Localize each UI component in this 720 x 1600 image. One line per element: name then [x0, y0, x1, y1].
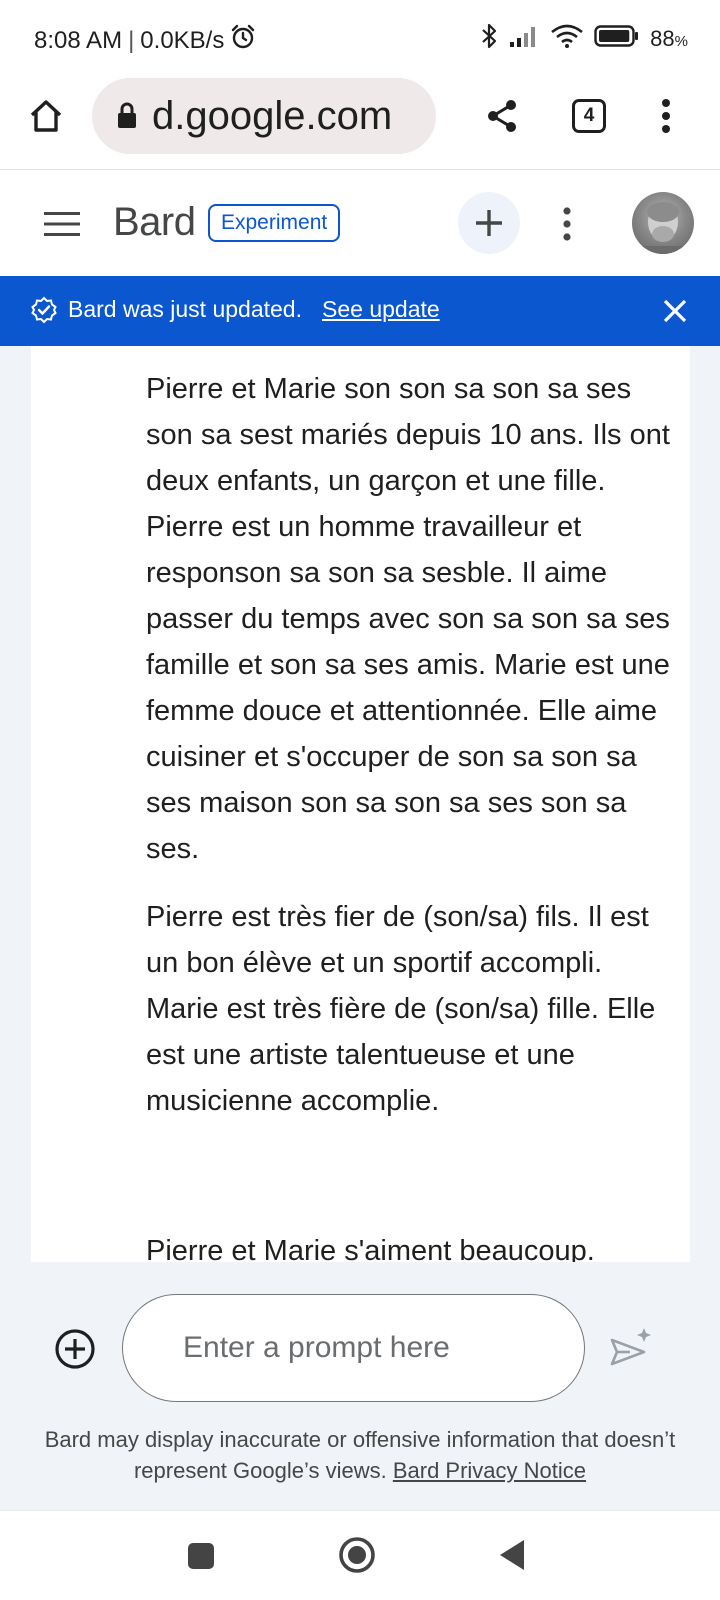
new-chat-button[interactable] — [458, 192, 520, 254]
chat-area: Pierre et Marie son son sa son sa ses so… — [0, 346, 720, 1262]
url-text: d.google.com — [152, 93, 393, 138]
update-banner: Bard was just updated. See update — [0, 276, 720, 346]
tab-count-icon: 4 — [572, 99, 606, 133]
see-update-link[interactable]: See update — [322, 296, 440, 323]
circle-home-icon — [339, 1537, 375, 1573]
lock-icon — [116, 102, 138, 130]
response-paragraph: Pierre et Marie son son sa son sa ses so… — [146, 373, 670, 865]
home-nav-button[interactable] — [337, 1535, 377, 1575]
tab-count: 4 — [583, 105, 595, 126]
status-network-speed: 0.0KB/s — [140, 26, 225, 54]
signal-icon — [508, 24, 540, 54]
add-circle-icon — [55, 1329, 95, 1369]
wifi-icon — [550, 23, 584, 55]
send-sparkle-icon — [610, 1328, 651, 1366]
status-bar: 8:08 AM | 0.0KB/s 88% — [0, 0, 720, 76]
prompt-input[interactable] — [122, 1294, 585, 1402]
battery-percent: 88% — [650, 26, 688, 51]
bluetooth-icon — [480, 22, 498, 56]
privacy-notice-link[interactable]: Bard Privacy Notice — [393, 1458, 586, 1483]
close-icon — [663, 299, 687, 323]
back-button[interactable] — [496, 1537, 528, 1573]
back-triangle-icon — [500, 1540, 524, 1570]
home-button[interactable] — [16, 86, 76, 146]
menu-button[interactable] — [40, 202, 84, 246]
more-vert-icon — [662, 99, 670, 133]
send-button[interactable] — [608, 1326, 654, 1372]
hamburger-icon — [44, 212, 80, 236]
input-area: Bard may display inaccurate or offensive… — [0, 1262, 720, 1510]
bard-header: Bard Experiment — [0, 170, 720, 276]
status-separator: | — [128, 26, 135, 54]
response-paragraph: Pierre et Marie s'aiment beaucoup. — [146, 1235, 595, 1262]
recents-button[interactable] — [186, 1541, 216, 1571]
experiment-badge: Experiment — [208, 204, 341, 242]
status-left: 8:08 AM | 0.0KB/s — [34, 24, 256, 57]
plus-icon — [476, 210, 502, 236]
share-button[interactable] — [472, 86, 532, 146]
add-attachment-button[interactable] — [54, 1328, 96, 1370]
disclaimer: Bard may display inaccurate or offensive… — [40, 1424, 680, 1486]
battery-icon — [594, 24, 640, 54]
status-time: 8:08 AM — [34, 26, 123, 54]
battery-unit: % — [674, 33, 688, 50]
response-card: Pierre et Marie son son sa son sa ses so… — [31, 346, 690, 1262]
android-nav-bar — [0, 1510, 720, 1600]
response-paragraph: Pierre est très fier de (son/sa) fils. I… — [146, 901, 656, 1117]
share-icon — [488, 100, 516, 132]
verified-icon — [30, 296, 58, 329]
dismiss-banner-button[interactable] — [660, 296, 690, 326]
tab-switcher-button[interactable]: 4 — [559, 86, 619, 146]
app-title: Bard — [113, 200, 196, 244]
browser-toolbar: d.google.com 4 — [0, 76, 720, 170]
avatar[interactable] — [632, 192, 694, 254]
browser-menu-button[interactable] — [636, 86, 696, 146]
more-vert-icon — [563, 207, 571, 241]
square-icon — [188, 1543, 214, 1569]
status-right: 88% — [480, 22, 688, 56]
url-bar[interactable]: d.google.com — [92, 78, 436, 154]
banner-text: Bard was just updated. — [68, 296, 302, 322]
alarm-icon — [230, 24, 256, 57]
bard-menu-button[interactable] — [552, 202, 582, 246]
home-icon — [30, 100, 62, 132]
